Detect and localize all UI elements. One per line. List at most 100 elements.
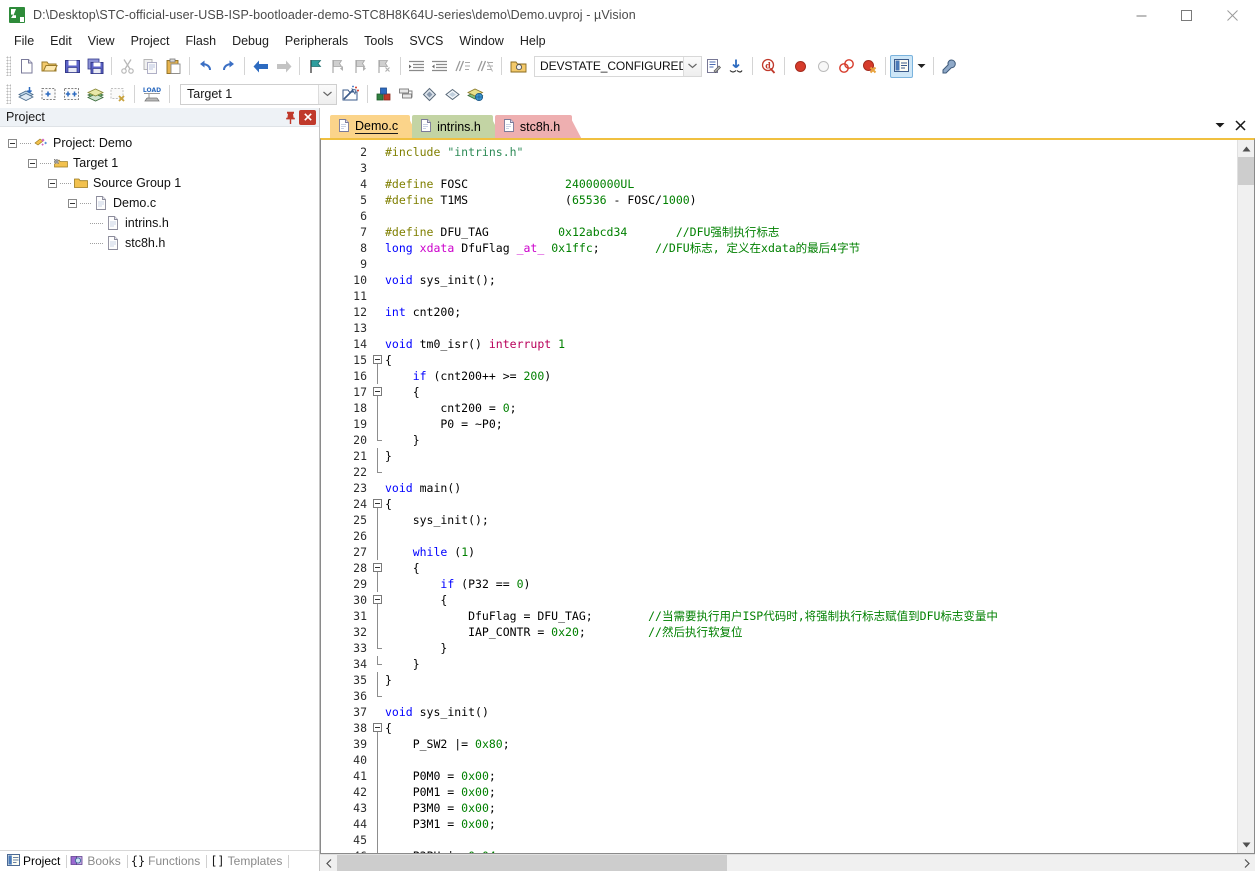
menu-project[interactable]: Project bbox=[123, 32, 178, 50]
menu-peripherals[interactable]: Peripherals bbox=[277, 32, 356, 50]
menu-tools[interactable]: Tools bbox=[356, 32, 401, 50]
minimize-button[interactable] bbox=[1119, 0, 1164, 30]
code-line[interactable]: P0 = ~P0; bbox=[385, 416, 1237, 432]
fold-marker[interactable] bbox=[371, 384, 385, 400]
editor-vertical-scrollbar[interactable] bbox=[1237, 140, 1254, 853]
code-line[interactable]: int cnt200; bbox=[385, 304, 1237, 320]
find-in-files-icon[interactable] bbox=[725, 55, 748, 78]
close-button[interactable] bbox=[1209, 0, 1255, 30]
code-line[interactable]: P_SW2 |= 0x80; bbox=[385, 736, 1237, 752]
code-line[interactable]: P0M1 = 0x00; bbox=[385, 784, 1237, 800]
menu-window[interactable]: Window bbox=[451, 32, 511, 50]
expander-icon[interactable] bbox=[48, 178, 57, 188]
horizontal-scrollbar-thumb[interactable] bbox=[337, 854, 727, 871]
project-window-icon[interactable] bbox=[890, 54, 913, 78]
expander-icon[interactable] bbox=[28, 158, 37, 168]
code-line[interactable] bbox=[385, 320, 1237, 336]
panel-tab-functions[interactable]: {} Functions bbox=[128, 851, 206, 871]
rebuild-all-icon[interactable] bbox=[61, 83, 84, 106]
code-line[interactable] bbox=[385, 464, 1237, 480]
code-line[interactable]: P3M1 = 0x00; bbox=[385, 816, 1237, 832]
close-panel-icon[interactable] bbox=[299, 109, 316, 125]
devstate-combo[interactable]: DEVSTATE_CONFIGURED bbox=[534, 55, 702, 77]
new-file-icon[interactable] bbox=[15, 55, 38, 78]
breakpoint-disable-all-icon[interactable] bbox=[835, 55, 858, 78]
tree-node-stc8h-h[interactable]: stc8h.h bbox=[0, 233, 319, 253]
cut-icon[interactable] bbox=[116, 55, 139, 78]
tab-list-dropdown-icon[interactable] bbox=[1211, 116, 1229, 134]
code-line[interactable] bbox=[385, 288, 1237, 304]
code-line[interactable] bbox=[385, 256, 1237, 272]
bookmark-toggle-icon[interactable] bbox=[304, 55, 327, 78]
code-line[interactable]: { bbox=[385, 592, 1237, 608]
code-line[interactable]: { bbox=[385, 352, 1237, 368]
chevron-down-icon[interactable] bbox=[683, 56, 701, 76]
code-line[interactable]: } bbox=[385, 448, 1237, 464]
horizontal-scrollbar-track[interactable] bbox=[727, 854, 1238, 871]
uncomment-icon[interactable] bbox=[474, 55, 497, 78]
code-line[interactable] bbox=[385, 208, 1237, 224]
code-line[interactable]: long xdata DfuFlag _at_ 0x1ffc; //DFU标志,… bbox=[385, 240, 1237, 256]
breakpoint-kill-all-icon[interactable] bbox=[858, 55, 881, 78]
toolbar-grip[interactable] bbox=[6, 56, 11, 76]
bookmark-next-icon[interactable] bbox=[350, 55, 373, 78]
menu-help[interactable]: Help bbox=[512, 32, 554, 50]
code-line[interactable] bbox=[385, 832, 1237, 848]
code-text[interactable]: #include "intrins.h" #define FOSC 240000… bbox=[385, 140, 1237, 853]
code-line[interactable]: #define T1MS (65536 - FOSC/1000) bbox=[385, 192, 1237, 208]
code-line[interactable]: void sys_init() bbox=[385, 704, 1237, 720]
menu-view[interactable]: View bbox=[80, 32, 123, 50]
panel-tab-templates[interactable]: [] Templates bbox=[207, 851, 288, 871]
navigate-forward-icon[interactable] bbox=[272, 55, 295, 78]
scroll-right-arrow-icon[interactable] bbox=[1238, 855, 1255, 871]
chevron-down-icon[interactable] bbox=[318, 84, 336, 104]
indent-icon[interactable] bbox=[405, 55, 428, 78]
code-line[interactable]: } bbox=[385, 432, 1237, 448]
redo-icon[interactable] bbox=[217, 55, 240, 78]
code-line[interactable] bbox=[385, 160, 1237, 176]
code-line[interactable]: #define FOSC 24000000UL bbox=[385, 176, 1237, 192]
copy-icon[interactable] bbox=[139, 55, 162, 78]
code-scroll-region[interactable]: 2 3 4 5 6 7 8 9 10 11 12 13 14 15 16 17 18 19 20 21 22 23 24 25… bbox=[321, 140, 1237, 853]
document-tab-demo-c[interactable]: Demo.c bbox=[330, 115, 411, 138]
code-line[interactable]: { bbox=[385, 720, 1237, 736]
code-line[interactable]: void tm0_isr() interrupt 1 bbox=[385, 336, 1237, 352]
insert-template-icon[interactable] bbox=[702, 55, 725, 78]
download-icon[interactable]: LOAD bbox=[139, 83, 165, 106]
menu-edit[interactable]: Edit bbox=[42, 32, 80, 50]
manage-components-icon[interactable] bbox=[372, 83, 395, 106]
code-line[interactable]: } bbox=[385, 656, 1237, 672]
undo-icon[interactable] bbox=[194, 55, 217, 78]
multi-project-icon[interactable] bbox=[395, 83, 418, 106]
code-line[interactable]: { bbox=[385, 560, 1237, 576]
scroll-up-arrow-icon[interactable] bbox=[1238, 140, 1254, 157]
vertical-scrollbar-thumb[interactable] bbox=[1238, 157, 1254, 185]
code-line[interactable]: if (P32 == 0) bbox=[385, 576, 1237, 592]
tree-node-source-group[interactable]: Source Group 1 bbox=[0, 173, 319, 193]
code-line[interactable]: P0M0 = 0x00; bbox=[385, 768, 1237, 784]
code-line[interactable]: } bbox=[385, 672, 1237, 688]
code-line[interactable]: P3M0 = 0x00; bbox=[385, 800, 1237, 816]
breakpoint-insert-icon[interactable] bbox=[789, 55, 812, 78]
code-line[interactable]: P3PU |= 0x04; bbox=[385, 848, 1237, 853]
close-document-icon[interactable] bbox=[1231, 116, 1249, 134]
vertical-scrollbar-track[interactable] bbox=[1238, 185, 1254, 836]
code-line[interactable]: cnt200 = 0; bbox=[385, 400, 1237, 416]
pin-icon[interactable] bbox=[281, 109, 299, 126]
document-tab-intrins-h[interactable]: intrins.h bbox=[412, 115, 493, 138]
menu-svcs[interactable]: SVCS bbox=[401, 32, 451, 50]
code-line[interactable]: IAP_CONTR = 0x20; //然后执行软复位 bbox=[385, 624, 1237, 640]
tree-node-intrins-h[interactable]: intrins.h bbox=[0, 213, 319, 233]
select-target-icon[interactable] bbox=[418, 83, 441, 106]
expander-icon[interactable] bbox=[8, 138, 17, 148]
panel-tab-books[interactable]: Books bbox=[67, 851, 126, 871]
debug-start-icon[interactable]: d bbox=[757, 55, 780, 78]
toolbar-grip[interactable] bbox=[6, 84, 11, 104]
manage-runtime-icon[interactable] bbox=[464, 83, 487, 106]
code-line[interactable]: void sys_init(); bbox=[385, 272, 1237, 288]
translate-icon[interactable] bbox=[15, 83, 38, 106]
code-line[interactable]: if (cnt200++ >= 200) bbox=[385, 368, 1237, 384]
code-line[interactable]: { bbox=[385, 384, 1237, 400]
configure-icon[interactable] bbox=[938, 55, 961, 78]
code-line[interactable]: } bbox=[385, 640, 1237, 656]
